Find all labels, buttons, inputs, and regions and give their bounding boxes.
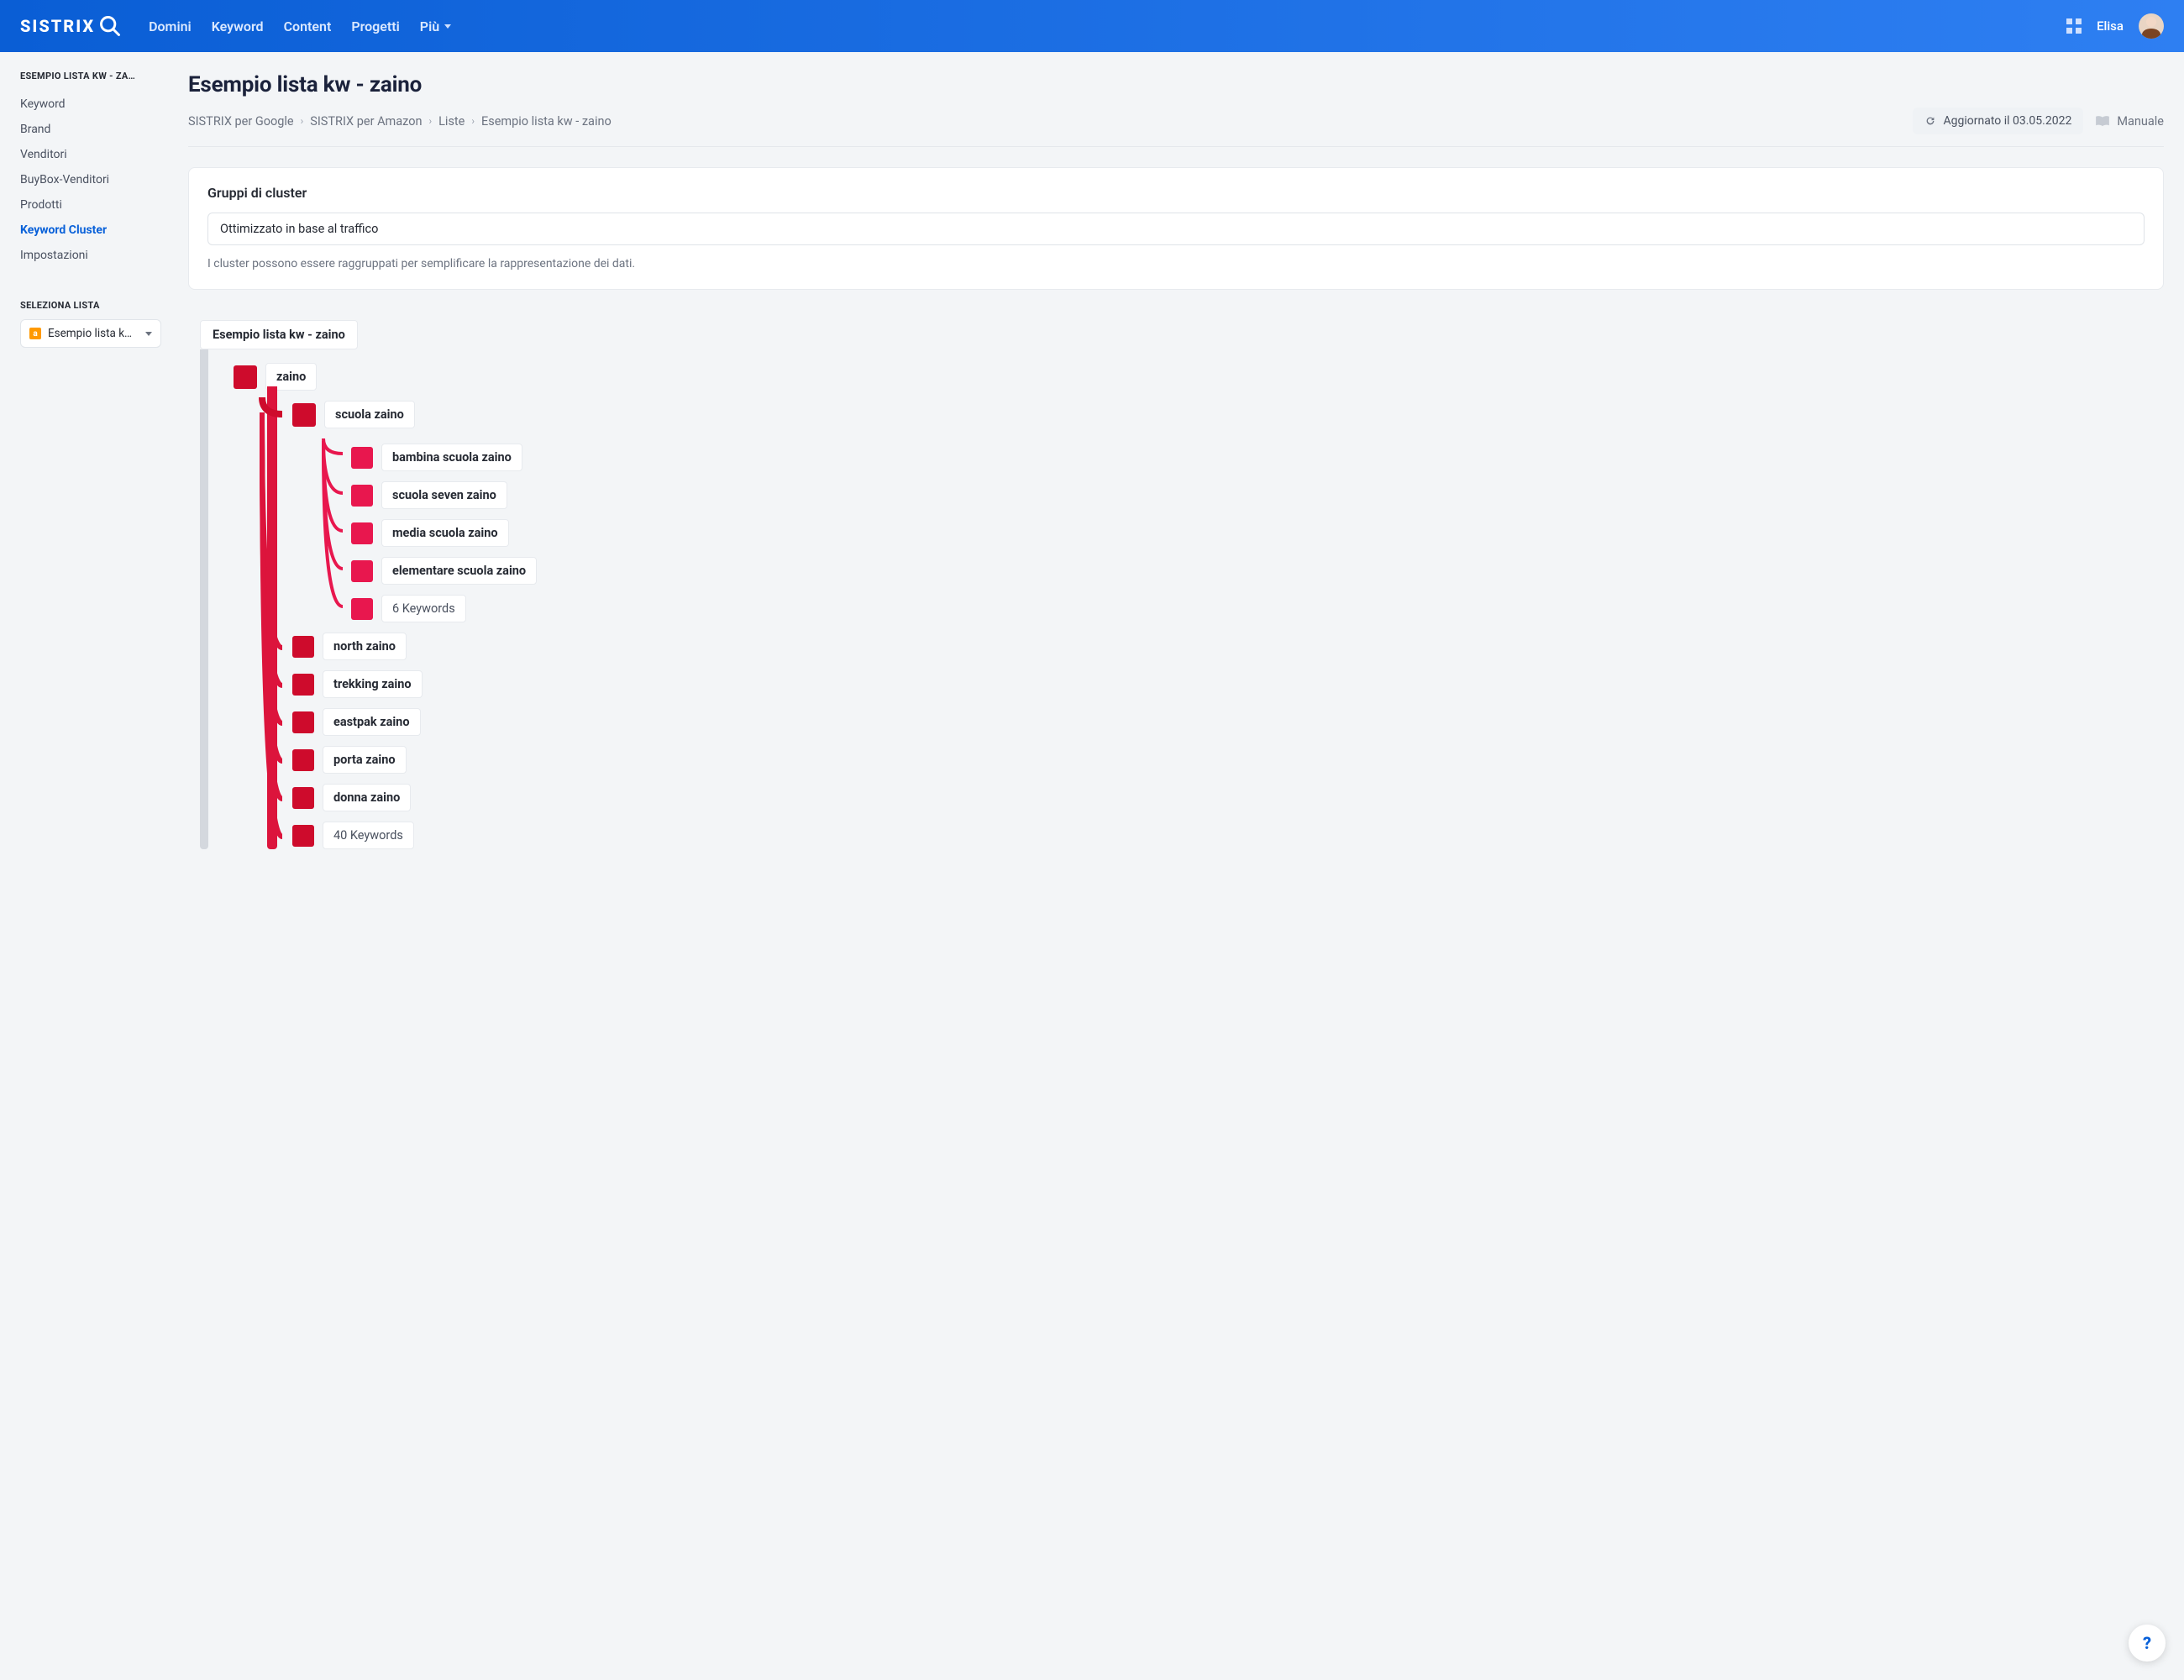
nav-keyword[interactable]: Keyword	[212, 18, 264, 34]
nav-domini[interactable]: Domini	[149, 18, 192, 34]
title-actions: Aggiornato il 03.05.2022 Manuale	[1913, 108, 2164, 134]
tree-node-label: scuola seven zaino	[381, 481, 507, 509]
chevron-down-icon	[444, 24, 451, 29]
avatar[interactable]	[2139, 13, 2164, 39]
cluster-square-icon	[234, 365, 257, 389]
breadcrumb: SISTRIX per Google › SISTRIX per Amazon …	[188, 114, 612, 129]
user-name[interactable]: Elisa	[2097, 18, 2124, 34]
sidebar: ESEMPIO LISTA KW - ZA… Keyword Brand Ven…	[0, 52, 168, 893]
tree-node-label: donna zaino	[323, 784, 411, 811]
crumb-0[interactable]: SISTRIX per Google	[188, 114, 294, 129]
tree-node-label: bambina scuola zaino	[381, 444, 522, 471]
title-row: SISTRIX per Google › SISTRIX per Amazon …	[188, 108, 2164, 147]
sidebar-item-cluster[interactable]: Keyword Cluster	[20, 218, 168, 243]
chevron-right-icon: ›	[429, 115, 433, 127]
updated-text: Aggiornato il 03.05.2022	[1943, 114, 2071, 128]
tree-root[interactable]: Esempio lista kw - zaino	[200, 320, 358, 349]
crumb-1[interactable]: SISTRIX per Amazon	[310, 114, 422, 129]
connector-icon	[321, 444, 354, 612]
sidebar-select-head: SELEZIONA LISTA	[20, 300, 168, 311]
help-icon: ?	[2143, 1633, 2151, 1653]
card-title: Gruppi di cluster	[207, 185, 2145, 201]
tree-node[interactable]: porta zaino	[292, 746, 2164, 774]
nav-content[interactable]: Content	[284, 18, 332, 34]
tree-node[interactable]: eastpak zaino	[292, 708, 2164, 736]
tree-node-label: scuola zaino	[324, 401, 415, 428]
topbar: SISTRIX Domini Keyword Content Progetti …	[0, 0, 2184, 52]
tree-node-label: 6 Keywords	[381, 595, 466, 622]
tree-node-more[interactable]: 40 Keywords	[292, 822, 2164, 849]
tree-node-label: porta zaino	[323, 746, 407, 774]
brand-logo[interactable]: SISTRIX	[20, 14, 122, 38]
nav-more-label: Più	[420, 18, 439, 34]
tree-node-label: media scuola zaino	[381, 519, 509, 547]
tree-node[interactable]: bambina scuola zaino	[351, 444, 2164, 471]
tree-node[interactable]: media scuola zaino	[351, 519, 2164, 547]
scuola-children: bambina scuola zaino scuola seven zaino …	[351, 438, 2164, 622]
sidebar-item-keyword[interactable]: Keyword	[20, 92, 168, 117]
tree-node[interactable]: donna zaino	[292, 784, 2164, 811]
brand-text: SISTRIX	[20, 16, 95, 36]
cluster-square-icon	[292, 403, 316, 427]
manual-link[interactable]: Manuale	[2095, 114, 2164, 129]
sidebar-item-impostazioni[interactable]: Impostazioni	[20, 243, 168, 268]
tree-trunk-grey	[200, 349, 208, 849]
chevron-right-icon: ›	[471, 115, 475, 127]
tree-node-scuola[interactable]: scuola zaino	[292, 401, 2164, 428]
sidebar-item-brand[interactable]: Brand	[20, 117, 168, 142]
sidebar-item-buybox[interactable]: BuyBox-Venditori	[20, 167, 168, 192]
card-help: I cluster possono essere raggruppati per…	[207, 257, 2145, 270]
tree-node-label: north zaino	[323, 633, 407, 660]
sidebar-item-venditori[interactable]: Venditori	[20, 142, 168, 167]
cluster-tree: Esempio lista kw - zaino zaino	[188, 320, 2164, 849]
tree-node[interactable]: trekking zaino	[292, 670, 2164, 698]
nav-progetti[interactable]: Progetti	[351, 18, 399, 34]
crumb-2[interactable]: Liste	[438, 114, 465, 129]
tree-node-label: 40 Keywords	[323, 822, 414, 849]
chevron-down-icon	[145, 332, 152, 336]
cluster-card: Gruppi di cluster Ottimizzato in base al…	[188, 167, 2164, 290]
help-fab[interactable]: ?	[2129, 1625, 2166, 1662]
apps-icon[interactable]	[2066, 18, 2082, 34]
topbar-right: Elisa	[2066, 13, 2164, 39]
main: Esempio lista kw - zaino SISTRIX per Goo…	[168, 52, 2184, 893]
tree-node-zaino[interactable]: zaino	[234, 363, 2164, 391]
connector-icon	[262, 417, 296, 837]
search-icon	[98, 14, 122, 38]
tree-node-label: eastpak zaino	[323, 708, 421, 736]
tree-node-label: elementare scuola zaino	[381, 557, 537, 585]
tree-node[interactable]: north zaino	[292, 633, 2164, 660]
sidebar-title: ESEMPIO LISTA KW - ZA…	[20, 71, 168, 81]
list-select-label: Esempio lista kw…	[48, 327, 139, 340]
manual-text: Manuale	[2117, 114, 2164, 129]
nav-more[interactable]: Più	[420, 18, 451, 34]
top-nav: Domini Keyword Content Progetti Più	[149, 18, 451, 34]
book-icon	[2095, 115, 2110, 127]
tree-node[interactable]: scuola seven zaino	[351, 481, 2164, 509]
updated-pill[interactable]: Aggiornato il 03.05.2022	[1913, 108, 2083, 134]
sidebar-item-prodotti[interactable]: Prodotti	[20, 192, 168, 218]
tree-node-label: trekking zaino	[323, 670, 423, 698]
amazon-icon: a	[29, 328, 41, 339]
tree-node[interactable]: elementare scuola zaino	[351, 557, 2164, 585]
page-title: Esempio lista kw - zaino	[188, 72, 2164, 97]
tree-node-more[interactable]: 6 Keywords	[351, 595, 2164, 622]
cluster-group-select[interactable]: Ottimizzato in base al traffico	[207, 213, 2145, 245]
refresh-icon	[1924, 115, 1936, 127]
crumb-3[interactable]: Esempio lista kw - zaino	[481, 114, 612, 129]
chevron-right-icon: ›	[301, 115, 304, 127]
list-select[interactable]: a Esempio lista kw…	[20, 319, 161, 348]
